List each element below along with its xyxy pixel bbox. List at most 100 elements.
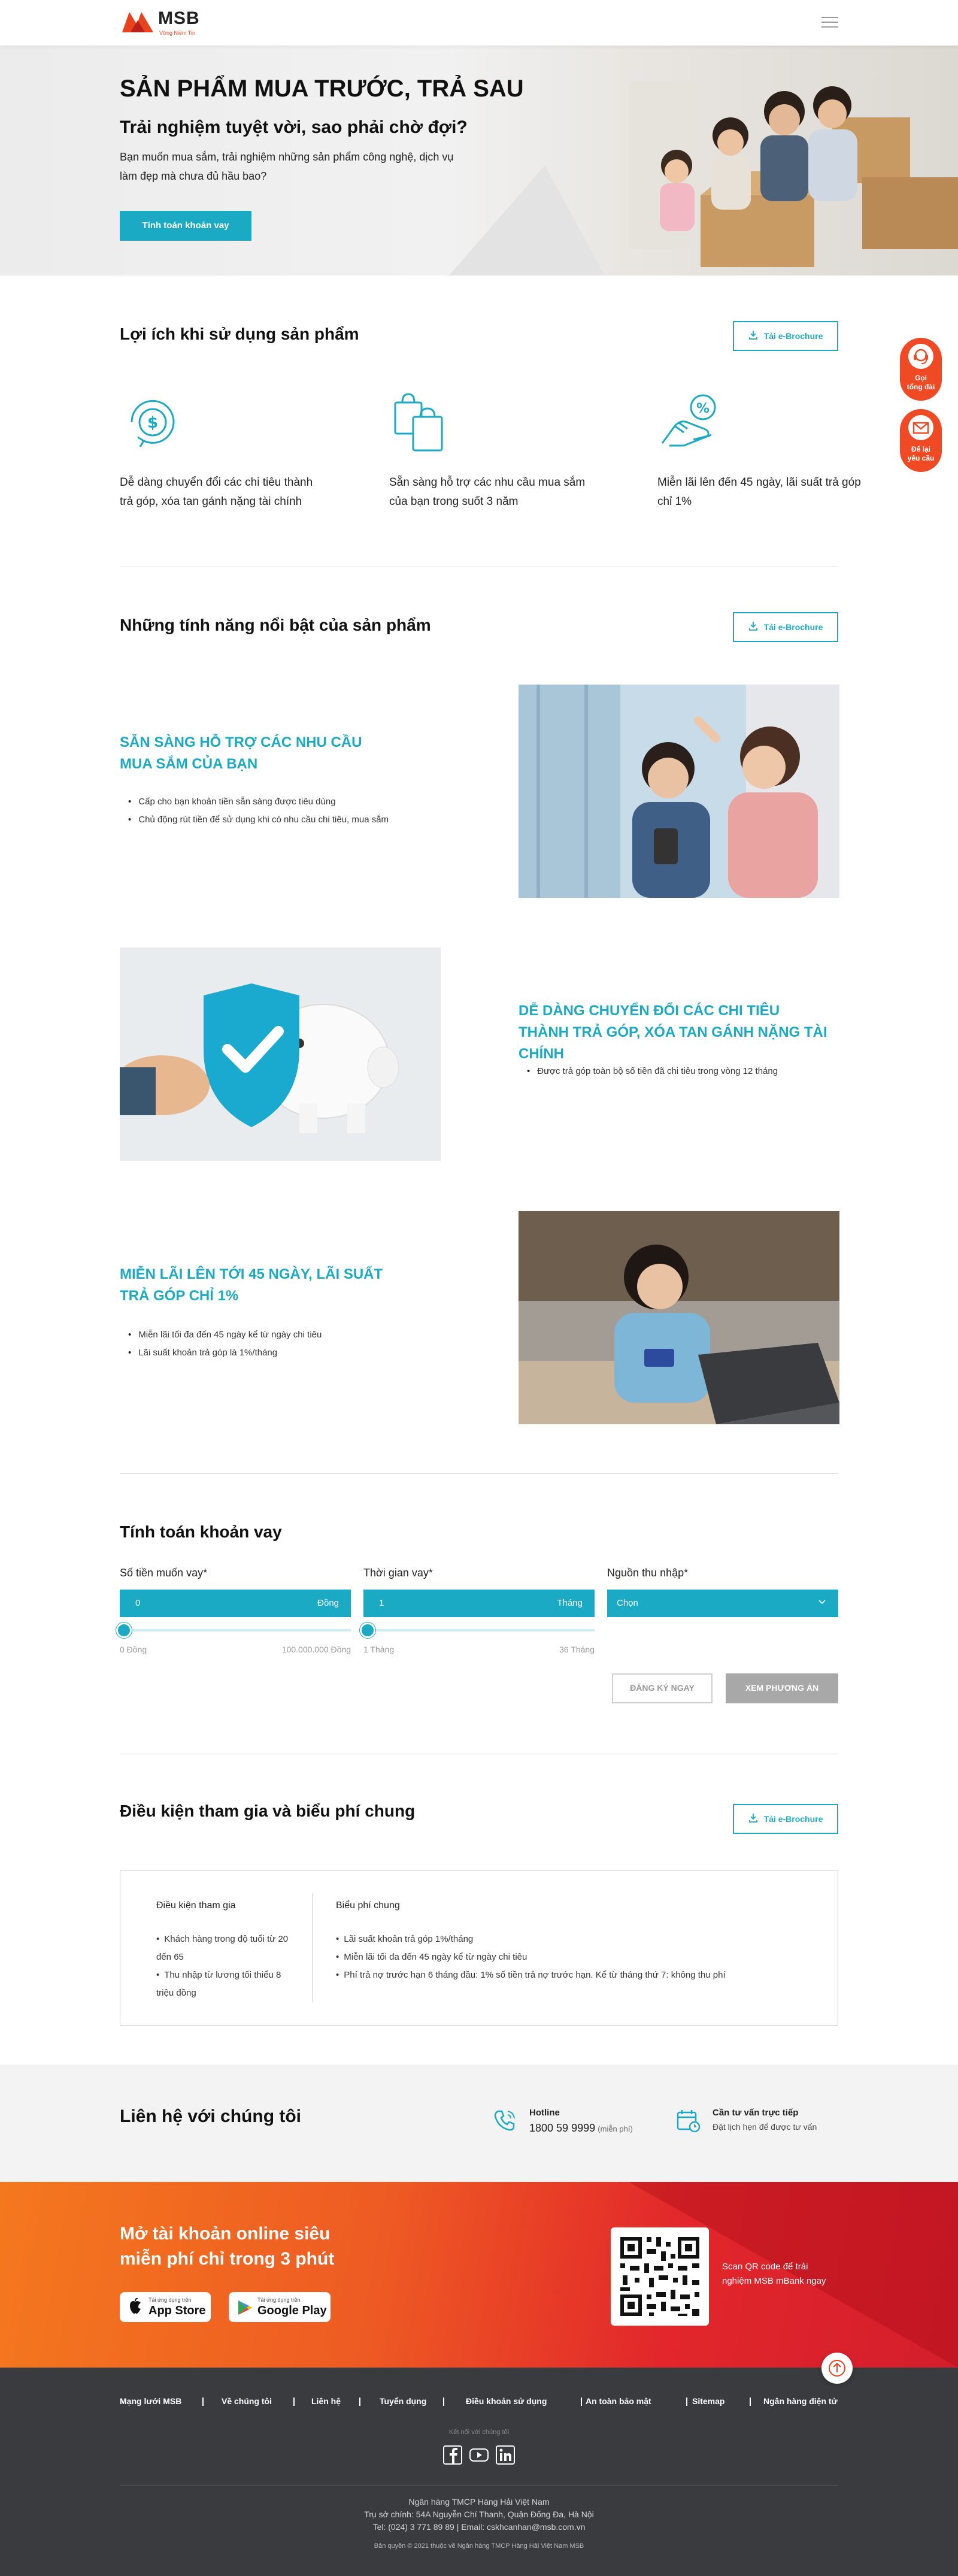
footer-link-ebanking[interactable]: Ngân hàng điện tử (763, 2396, 838, 2406)
msb-logo-mark-icon (122, 12, 153, 32)
nav-separator (359, 2398, 360, 2406)
download-brochure-button[interactable]: Tải e-Brochure (733, 321, 838, 351)
request-label-1: Để lại (911, 445, 930, 453)
friends-shopping-photo (519, 685, 839, 898)
benefit-item: Sẵn sàng hỗ trợ các nhu cầu mua sắm của … (389, 389, 593, 511)
view-plan-button[interactable]: XEM PHƯƠNG ÁN (726, 1673, 838, 1703)
shield-piggy-bank-photo (120, 948, 441, 1161)
google-play-label: Google Play (257, 2304, 327, 2317)
advise-item[interactable]: Cần tư vấn trực tiếp Đặt lịch hẹn để đượ… (674, 2106, 842, 2136)
footer-link-terms[interactable]: Điều khoản sử dụng (466, 2396, 547, 2406)
loan-term-min: 1 Tháng (363, 1645, 395, 1654)
site-header: MSB Vững Niềm Tin (0, 0, 958, 46)
scroll-to-top-button[interactable] (821, 2353, 853, 2384)
section-divider (120, 1473, 838, 1474)
benefits-title: Lợi ích khi sử dụng sản phẩm (120, 325, 359, 343)
download-brochure-button[interactable]: Tải e-Brochure (733, 1804, 838, 1834)
loan-term-value: 1 (379, 1598, 384, 1608)
fees-list: Lãi suất khoản trả góp 1%/tháng Miễn lãi… (336, 1930, 815, 1984)
feature-bullet: Chủ động rút tiền để sử dụng khi có nhu … (128, 811, 439, 829)
eligibility-item: Khách hàng trong độ tuổi từ 20 đến 65 (156, 1930, 294, 1966)
svg-text:%: % (696, 401, 710, 416)
loan-amount-slider[interactable] (116, 1623, 351, 1638)
app-store-button[interactable]: Tải ứng dụng trên App Store (120, 2292, 211, 2322)
benefit-text: Miễn lãi lên đến 45 ngày, lãi suất trả g… (657, 476, 861, 508)
family-moving-photo (449, 46, 958, 276)
arrow-up-icon (829, 2360, 845, 2377)
footer-link-careers[interactable]: Tuyển dụng (380, 2396, 426, 2406)
nav-separator (293, 2398, 295, 2406)
download-icon (748, 614, 758, 641)
hotline-number: 1800 59 9999 (miễn phí) (529, 2122, 633, 2135)
loan-amount-input[interactable]: 0 Đồng (120, 1590, 351, 1617)
qr-instruction: Scan QR code để trải nghiệm MSB mBank ng… (722, 2262, 826, 2286)
dollar-cycle-icon: $ (120, 389, 186, 455)
loan-amount-slider-handle[interactable] (116, 1623, 132, 1638)
footer-link-sitemap[interactable]: Sitemap (692, 2396, 724, 2406)
svg-text:$: $ (147, 414, 158, 432)
fee-item: Miễn lãi tối đa đến 45 ngày kể từ ngày c… (336, 1948, 815, 1966)
msb-logo[interactable]: MSB Vững Niềm Tin (120, 6, 216, 40)
benefit-item: $ Dễ dàng chuyển đổi các chi tiêu thành … (120, 389, 323, 511)
open-account-banner: Mở tài khoản online siêu miễn phí chỉ tr… (0, 2182, 958, 2368)
bank-phone-email: Tel: (024) 3 771 89 89 | Email: cskhcanh… (372, 2522, 586, 2532)
loan-term-slider[interactable] (360, 1623, 595, 1638)
mail-icon (908, 415, 933, 440)
hero-title: SẢN PHẨM MUA TRƯỚC, TRẢ SAU (120, 75, 524, 102)
advise-subtitle: Đặt lịch hẹn để được tư vấn (713, 2122, 817, 2132)
benefit-text: Sẵn sàng hỗ trợ các nhu cầu mua sắm của … (389, 476, 586, 508)
column-divider (312, 1893, 313, 2002)
menu-icon[interactable] (821, 13, 838, 31)
income-source-value: Chọn (617, 1598, 638, 1608)
feature-bullets: Được trả góp toàn bộ số tiền đã chi tiêu… (527, 1063, 838, 1080)
features-title: Những tính năng nổi bật của sản phẩm (120, 616, 431, 634)
brochure-label: Tải e-Brochure (763, 331, 823, 341)
hotline-value: 1800 59 9999 (529, 2122, 596, 2134)
footer-link-contact[interactable]: Liên hệ (311, 2396, 341, 2406)
footer-divider (120, 2485, 838, 2486)
footer-link-network[interactable]: Mạng lưới MSB (120, 2396, 181, 2406)
app-store-label: App Store (148, 2304, 206, 2317)
footer-link-security[interactable]: An toàn bảo mật (586, 2396, 651, 2406)
feature-bullets: Cấp cho bạn khoản tiền sẵn sàng được tiê… (128, 793, 439, 829)
promo-title: Mở tài khoản online siêu miễn phí chỉ tr… (120, 2224, 335, 2269)
hotline-item[interactable]: Hotline 1800 59 9999 (miễn phí) (491, 2106, 647, 2136)
linkedin-icon[interactable] (495, 2444, 516, 2466)
youtube-icon[interactable] (468, 2444, 490, 2466)
connect-label: Kết nối với chúng tôi (448, 2429, 510, 2436)
leave-request-button[interactable]: Để lại yêu cầu (900, 409, 942, 472)
hero-subtitle: Trải nghiệm tuyệt vời, sao phải chờ đợi? (120, 117, 468, 137)
google-play-button[interactable]: Tải ứng dụng trên Google Play (229, 2292, 331, 2322)
brand-tagline: Vững Niềm Tin (159, 30, 196, 36)
headset-icon (908, 344, 933, 369)
download-brochure-button[interactable]: Tải e-Brochure (733, 612, 838, 642)
footer-info: Ngân hàng TMCP Hàng Hải Việt Nam Trụ sở … (0, 2496, 958, 2533)
income-source-select[interactable]: Chọn (607, 1590, 838, 1617)
hero-banner: SẢN PHẨM MUA TRƯỚC, TRẢ SAU Trải nghiệm … (0, 46, 958, 276)
app-store-small: Tải ứng dụng trên (148, 2297, 192, 2303)
calendar-icon (674, 2106, 702, 2134)
fees-title: Biểu phí chung (336, 1900, 400, 1911)
call-hotline-button[interactable]: Gọi tổng đài (900, 338, 942, 401)
brand-name: MSB (158, 8, 200, 28)
loan-term-slider-handle[interactable] (360, 1623, 375, 1638)
loan-term-input[interactable]: 1 Tháng (363, 1590, 595, 1617)
feature-title: MIỄN LÃI LÊN TỚI 45 NGÀY, LÃI SUẤT TRẢ G… (120, 1266, 383, 1304)
hotline-label: Hotline (529, 2108, 560, 2118)
calculator-title: Tính toán khoản vay (120, 1522, 282, 1541)
eligibility-list: Khách hàng trong độ tuổi từ 20 đến 65 Th… (156, 1930, 294, 2002)
facebook-icon[interactable] (442, 2444, 463, 2466)
download-icon (748, 323, 758, 350)
hero-description: Bạn muốn mua sắm, trải nghiệm những sản … (120, 151, 454, 182)
nav-separator (750, 2398, 751, 2406)
footer-link-about[interactable]: Về chúng tôi (222, 2396, 272, 2406)
register-now-button[interactable]: ĐĂNG KÝ NGAY (612, 1673, 713, 1703)
calculate-loan-button[interactable]: Tính toán khoản vay (120, 211, 251, 241)
benefit-item: % Miễn lãi lên đến 45 ngày, lãi suất trả… (657, 389, 861, 511)
qr-code-icon (620, 2237, 699, 2316)
nav-separator (443, 2398, 444, 2406)
brochure-label: Tải e-Brochure (763, 1814, 823, 1824)
bank-address: Trụ sở chính: 54A Nguyễn Chí Thanh, Quận… (364, 2510, 594, 2519)
eligibility-title: Điều kiện tham gia (156, 1900, 236, 1911)
income-source-label: Nguồn thu nhập* (607, 1567, 689, 1579)
